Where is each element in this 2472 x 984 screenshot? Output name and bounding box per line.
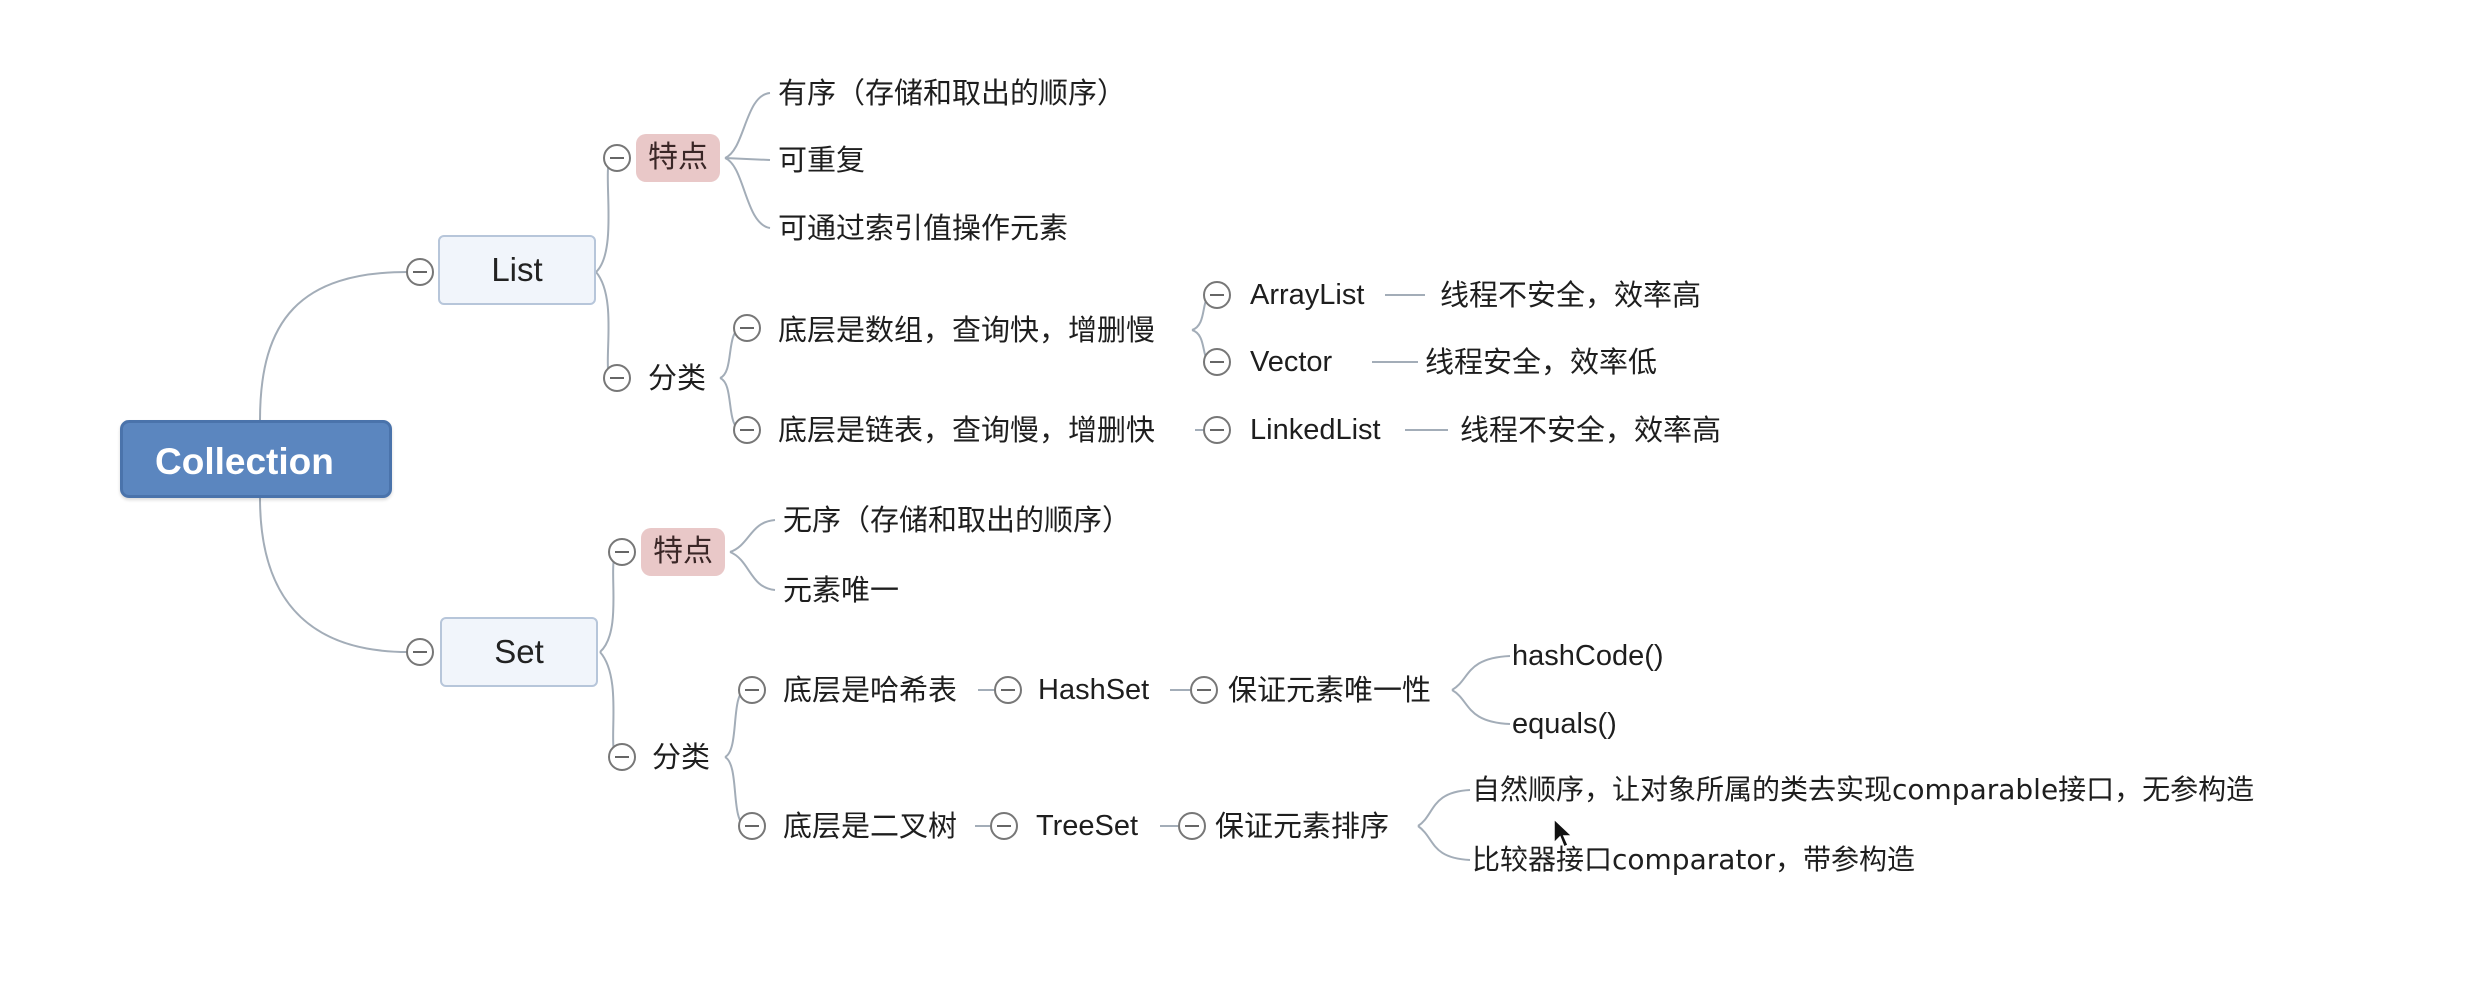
connector-equals <box>1451 689 1511 725</box>
list-feature-index[interactable]: 可通过索引值操作元素 <box>778 208 1068 248</box>
collapse-icon[interactable] <box>738 676 766 704</box>
node-array-based[interactable]: 底层是数组，查询快，增删慢 <box>778 310 1155 350</box>
node-set-features[interactable]: 特点 <box>641 528 725 576</box>
node-list-category[interactable]: 分类 <box>648 358 706 398</box>
collapse-icon[interactable] <box>406 638 434 666</box>
collapse-icon[interactable] <box>994 676 1022 704</box>
arraylist-desc[interactable]: 线程不安全，效率高 <box>1440 275 1701 315</box>
collapse-icon[interactable] <box>1178 812 1206 840</box>
collapse-icon[interactable] <box>1203 348 1231 376</box>
collapse-icon[interactable] <box>733 314 761 342</box>
node-set[interactable]: Set <box>440 617 598 687</box>
collapse-icon[interactable] <box>603 144 631 172</box>
node-treeset[interactable]: TreeSet <box>1036 806 1138 846</box>
root-node-collection[interactable]: Collection <box>120 420 392 498</box>
list-feature-duplicates[interactable]: 可重复 <box>778 140 865 180</box>
collapse-icon[interactable] <box>608 743 636 771</box>
collapse-icon[interactable] <box>603 364 631 392</box>
node-vector[interactable]: Vector <box>1250 342 1332 382</box>
node-hash-guarantee[interactable]: 保证元素唯一性 <box>1228 670 1431 710</box>
mind-map: Collection List 特点 有序（存储和取出的顺序） 可重复 可通过索… <box>0 0 2472 984</box>
node-list[interactable]: List <box>438 235 596 305</box>
connector-comparator <box>1417 825 1471 861</box>
sort-natural-order[interactable]: 自然顺序，让对象所属的类去实现comparable接口，无参构造 <box>1472 770 2254 810</box>
node-linked-based[interactable]: 底层是链表，查询慢，增删快 <box>778 410 1155 450</box>
collapse-icon[interactable] <box>990 812 1018 840</box>
method-hashcode[interactable]: hashCode() <box>1512 636 1664 676</box>
connector-list-feature-1 <box>724 92 771 159</box>
connector-list-features <box>595 157 613 273</box>
connector-set-feature-1 <box>729 519 776 553</box>
list-feature-ordered[interactable]: 有序（存储和取出的顺序） <box>778 73 1126 113</box>
node-list-features[interactable]: 特点 <box>636 134 720 182</box>
method-equals[interactable]: equals() <box>1512 704 1617 744</box>
connector-collection-set <box>259 497 409 653</box>
connector-set-features <box>599 551 619 653</box>
node-hashset[interactable]: HashSet <box>1038 670 1149 710</box>
collapse-icon[interactable] <box>608 538 636 566</box>
connector-set-category <box>599 651 619 758</box>
node-tree-based[interactable]: 底层是二叉树 <box>783 806 957 846</box>
collapse-icon[interactable] <box>406 258 434 286</box>
node-set-category[interactable]: 分类 <box>652 737 710 777</box>
node-hash-based[interactable]: 底层是哈希表 <box>783 670 957 710</box>
node-tree-guarantee[interactable]: 保证元素排序 <box>1215 806 1389 846</box>
connector-natural-order <box>1417 789 1471 827</box>
linkedlist-desc[interactable]: 线程不安全，效率高 <box>1460 410 1721 450</box>
collapse-icon[interactable] <box>1203 281 1231 309</box>
collapse-icon[interactable] <box>733 416 761 444</box>
connector-list-feature-2 <box>724 157 771 161</box>
mouse-cursor-icon <box>1553 818 1574 849</box>
sort-comparator[interactable]: 比较器接口comparator，带参构造 <box>1472 840 1915 880</box>
set-feature-unique[interactable]: 元素唯一 <box>783 570 899 610</box>
connector-list-category <box>595 271 613 379</box>
connector-list-feature-3 <box>724 157 771 229</box>
connector-set-feature-2 <box>729 551 776 591</box>
connector-collection-list <box>259 271 409 421</box>
vector-desc[interactable]: 线程安全，效率低 <box>1425 342 1657 382</box>
connector-hashcode <box>1451 655 1511 691</box>
collapse-icon[interactable] <box>738 812 766 840</box>
node-arraylist[interactable]: ArrayList <box>1250 275 1364 315</box>
set-feature-unordered[interactable]: 无序（存储和取出的顺序） <box>783 500 1131 540</box>
collapse-icon[interactable] <box>1203 416 1231 444</box>
node-linkedlist[interactable]: LinkedList <box>1250 410 1381 450</box>
collapse-icon[interactable] <box>1190 676 1218 704</box>
